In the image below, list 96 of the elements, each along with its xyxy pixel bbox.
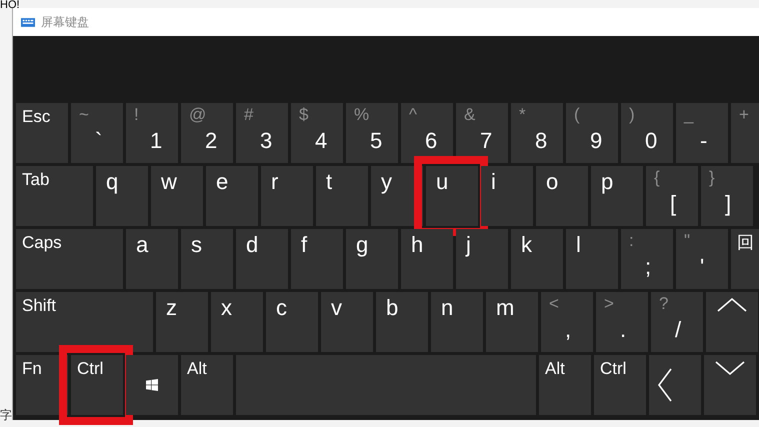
shift-symbol: < [549, 293, 559, 314]
shift-symbol: " [684, 230, 690, 252]
main-symbol: 9 [590, 127, 602, 154]
key[interactable]: ^ 6 [401, 103, 453, 163]
key[interactable]: Ctrl [71, 355, 123, 415]
key[interactable]: n [431, 292, 483, 352]
key[interactable]: a [126, 229, 178, 289]
key[interactable]: m [486, 292, 538, 352]
key[interactable]: j [456, 229, 508, 289]
key[interactable]: l [566, 229, 618, 289]
key[interactable]: } ] [701, 166, 753, 226]
key[interactable]: s [181, 229, 233, 289]
main-symbol: 6 [425, 127, 438, 154]
key[interactable]: { [ [646, 166, 698, 226]
key[interactable]: & 7 [456, 103, 508, 163]
main-symbol: , [565, 316, 572, 344]
main-symbol: 1 [150, 127, 162, 154]
main-symbol: - [700, 127, 708, 154]
main-symbol: 3 [260, 127, 272, 154]
shift-symbol: _ [684, 104, 694, 126]
main-symbol: / [675, 316, 682, 344]
shift-symbol: ^ [409, 104, 417, 126]
shift-symbol: $ [299, 104, 308, 126]
key[interactable]: # 3 [236, 103, 288, 163]
shift-symbol: } [709, 167, 715, 188]
shift-symbol: & [464, 104, 476, 126]
key[interactable]: + [731, 103, 759, 163]
key[interactable]: x [211, 292, 263, 352]
key[interactable]: : ; [621, 229, 673, 289]
key[interactable]: Caps [16, 229, 123, 289]
main-symbol: 8 [535, 127, 548, 154]
main-symbol: 7 [480, 127, 492, 154]
shift-symbol: ! [134, 104, 139, 126]
key[interactable]: < , [541, 292, 593, 352]
key[interactable]: p [591, 166, 643, 226]
main-symbol: ] [725, 190, 732, 218]
shift-symbol: ? [659, 293, 668, 314]
key[interactable]: k [511, 229, 563, 289]
main-symbol: [ [670, 190, 676, 218]
shift-symbol: ~ [79, 104, 89, 126]
window-title: 屏幕键盘 [41, 14, 89, 31]
shift-symbol: # [244, 104, 254, 126]
main-symbol: ; [645, 253, 652, 280]
key[interactable]: % 5 [346, 103, 398, 163]
key[interactable]: " ' [676, 229, 728, 289]
shift-symbol: > [604, 293, 614, 314]
key[interactable]: > . [596, 292, 648, 352]
main-symbol: 5 [370, 127, 382, 154]
key[interactable]: ! 1 [126, 103, 178, 163]
key[interactable]: 回 [731, 229, 759, 289]
main-symbol: 2 [205, 127, 218, 154]
key[interactable]: _ - [676, 103, 728, 163]
key[interactable]: o [536, 166, 588, 226]
key[interactable]: t [316, 166, 368, 226]
main-symbol: 4 [315, 127, 328, 154]
shift-symbol: : [629, 230, 634, 252]
shift-symbol: @ [189, 104, 206, 126]
key[interactable]: $ 4 [291, 103, 343, 163]
shift-symbol: * [519, 104, 526, 126]
shift-symbol: + [739, 104, 749, 126]
shift-symbol: { [654, 167, 660, 188]
key[interactable]: h [401, 229, 453, 289]
background-text: HO! [0, 0, 20, 11]
main-symbol: ` [95, 127, 102, 154]
key[interactable]: d [236, 229, 288, 289]
key[interactable]: Esc [16, 103, 68, 163]
main-symbol: ' [700, 253, 704, 280]
key[interactable]: q [96, 166, 148, 226]
key[interactable]: Ctrl [594, 355, 646, 415]
key[interactable]: b [376, 292, 428, 352]
key[interactable]: Alt [181, 355, 233, 415]
key[interactable]: c [266, 292, 318, 352]
key[interactable]: @ 2 [181, 103, 233, 163]
key[interactable]: g [346, 229, 398, 289]
key[interactable]: Tab [16, 166, 93, 226]
key[interactable]: f [291, 229, 343, 289]
shift-symbol: ) [629, 104, 635, 126]
key[interactable]: * 8 [511, 103, 563, 163]
shift-symbol: ( [574, 104, 580, 126]
key[interactable]: ( 9 [566, 103, 618, 163]
key[interactable]: i [481, 166, 533, 226]
key[interactable]: z [156, 292, 208, 352]
key[interactable]: Shift [16, 292, 153, 352]
key[interactable]: u [426, 166, 478, 226]
key[interactable]: ) 0 [621, 103, 673, 163]
key[interactable]: ? / [651, 292, 703, 352]
key[interactable]: Alt [539, 355, 591, 415]
shift-symbol: % [354, 104, 370, 126]
key[interactable]: ~ ` [71, 103, 123, 163]
key[interactable]: v [321, 292, 373, 352]
main-symbol: 0 [645, 127, 658, 154]
background-text: 字 [0, 407, 12, 424]
main-symbol: . [620, 316, 626, 344]
key[interactable]: e [206, 166, 258, 226]
key[interactable]: w [151, 166, 203, 226]
key[interactable]: r [261, 166, 313, 226]
